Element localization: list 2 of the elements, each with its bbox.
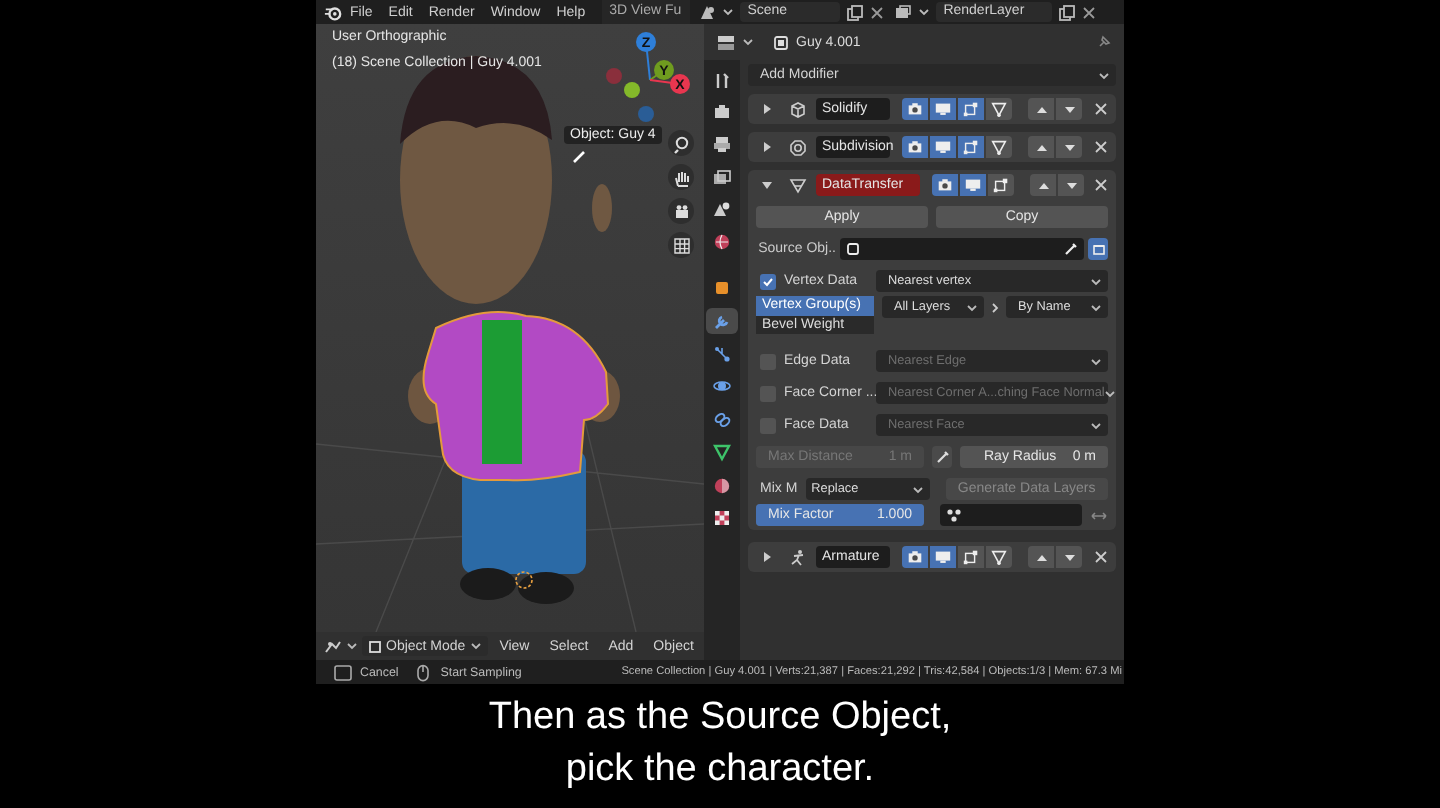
subtitle-line: pick the character. xyxy=(565,746,875,794)
subtitle-line: Then as the Source Object, xyxy=(488,694,952,742)
